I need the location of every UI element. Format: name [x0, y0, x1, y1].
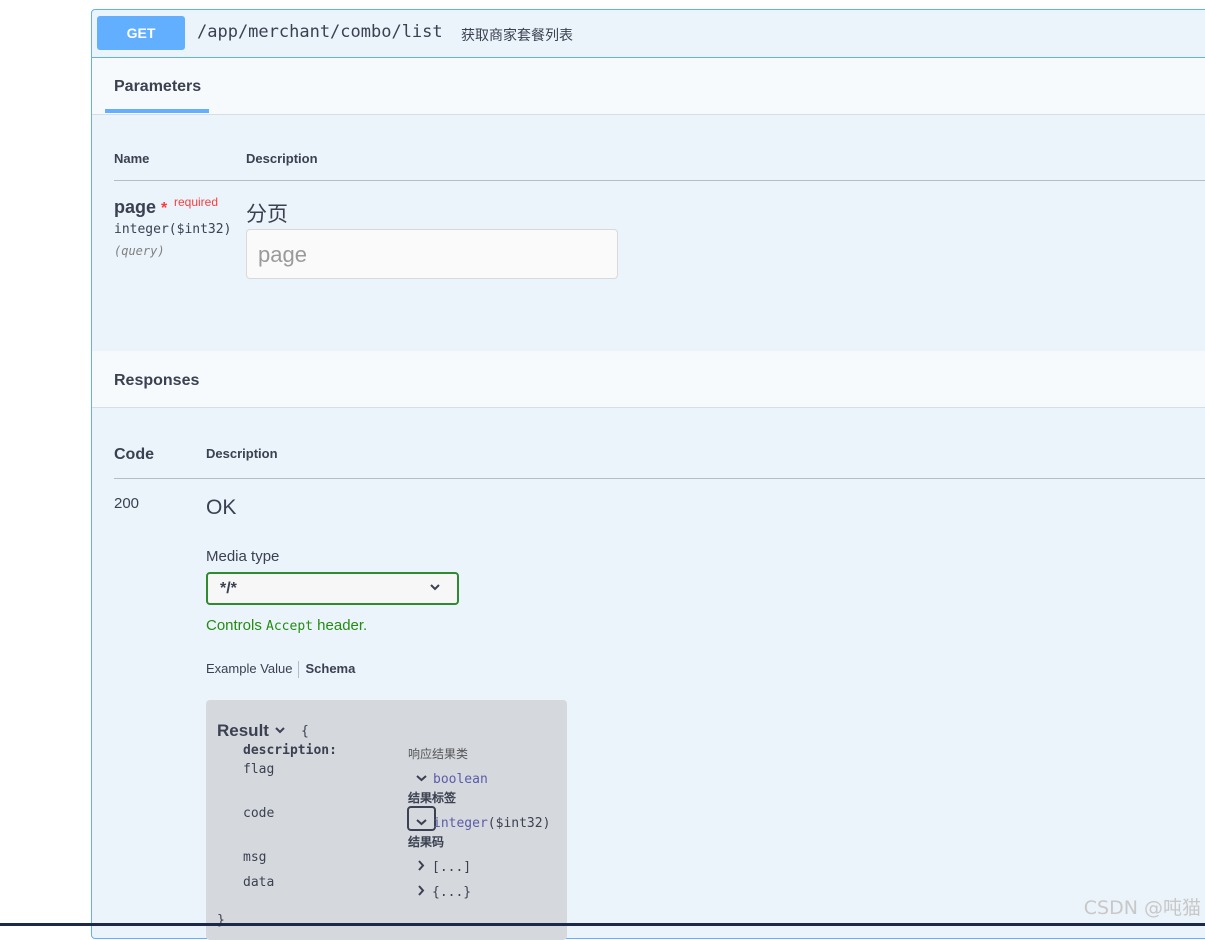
- param-table-divider: [114, 180, 1205, 181]
- param-col-name: Name: [114, 151, 150, 166]
- chevron-right-icon[interactable]: [416, 860, 426, 874]
- model-name: Result: [217, 721, 269, 740]
- prop-flag-label: 结果标签: [408, 791, 457, 805]
- param-location: (query): [114, 244, 165, 258]
- prop-msg-type[interactable]: [...]: [416, 860, 471, 875]
- param-name: page *: [114, 197, 167, 218]
- model-title[interactable]: Result: [217, 721, 286, 741]
- media-type-label: Media type: [206, 548, 280, 565]
- active-tab-indicator: [105, 109, 209, 113]
- param-description: 分页: [246, 202, 288, 226]
- prop-flag-name: flag: [243, 762, 275, 777]
- controls-suffix: header.: [317, 617, 368, 634]
- controls-prefix: Controls: [206, 617, 262, 634]
- model-description-key: description:: [243, 743, 337, 758]
- response-col-description: Description: [206, 446, 278, 461]
- endpoint-path: /app/merchant/combo/list: [197, 22, 443, 42]
- response-col-code: Code: [114, 446, 154, 463]
- tab-example-value[interactable]: Example Value: [206, 661, 292, 676]
- controls-accept-note: Controls Accept header.: [206, 617, 367, 634]
- chevron-down-icon[interactable]: [274, 721, 286, 741]
- chevron-right-icon[interactable]: [416, 885, 426, 899]
- prop-code-type[interactable]: integer($int32): [416, 816, 550, 831]
- example-schema-tabs: Example Value Schema: [206, 661, 355, 679]
- response-code: 200: [114, 495, 140, 512]
- param-col-description: Description: [246, 151, 318, 166]
- chevron-down-icon: [429, 579, 441, 598]
- prop-code-format: ($int32): [487, 816, 551, 831]
- controls-accept: Accept: [266, 619, 313, 634]
- prop-code-type-text: integer: [433, 816, 488, 831]
- chevron-down-icon[interactable]: [416, 773, 427, 786]
- parameters-header: Parameters: [92, 58, 1205, 115]
- schema-model-box: Result { description: 响应结果类 flag boolean…: [206, 700, 567, 940]
- param-type: integer($int32): [114, 222, 232, 237]
- tab-schema[interactable]: Schema: [305, 661, 355, 676]
- media-type-select[interactable]: */*: [206, 572, 459, 605]
- response-description: OK: [206, 496, 237, 519]
- chevron-down-icon[interactable]: [416, 817, 427, 830]
- responses-header: Responses: [92, 351, 1205, 408]
- media-type-value: */*: [220, 580, 237, 597]
- responses-title: Responses: [114, 372, 200, 389]
- open-brace: {: [301, 724, 309, 739]
- prop-data-type-text: {...}: [432, 885, 472, 900]
- prop-msg-type-text: [...]: [432, 860, 472, 875]
- tab-parameters[interactable]: Parameters: [114, 78, 201, 96]
- prop-flag-type[interactable]: boolean: [416, 772, 488, 787]
- param-name-text: page: [114, 197, 157, 217]
- required-star: *: [161, 200, 168, 217]
- operation-summary[interactable]: GET /app/merchant/combo/list 获取商家套餐列表: [92, 10, 1205, 58]
- watermark: CSDN @吨猫: [1083, 897, 1201, 919]
- operation-block-get: GET /app/merchant/combo/list 获取商家套餐列表 Pa…: [91, 9, 1205, 940]
- tab-separator: [298, 661, 300, 679]
- prop-msg-name: msg: [243, 850, 267, 865]
- http-method-badge: GET: [97, 16, 185, 50]
- prop-code-label: 结果码: [408, 835, 445, 849]
- required-label: required: [174, 195, 219, 209]
- response-table-divider: [114, 478, 1205, 479]
- prop-code-name: code: [243, 806, 275, 821]
- operation-summary-text: 获取商家套餐列表: [461, 28, 573, 44]
- model-description-value: 响应结果类: [408, 747, 469, 761]
- prop-data-name: data: [243, 875, 275, 890]
- prop-data-type[interactable]: {...}: [416, 885, 471, 900]
- prop-flag-type-text: boolean: [433, 772, 488, 787]
- page-input[interactable]: page: [246, 229, 618, 279]
